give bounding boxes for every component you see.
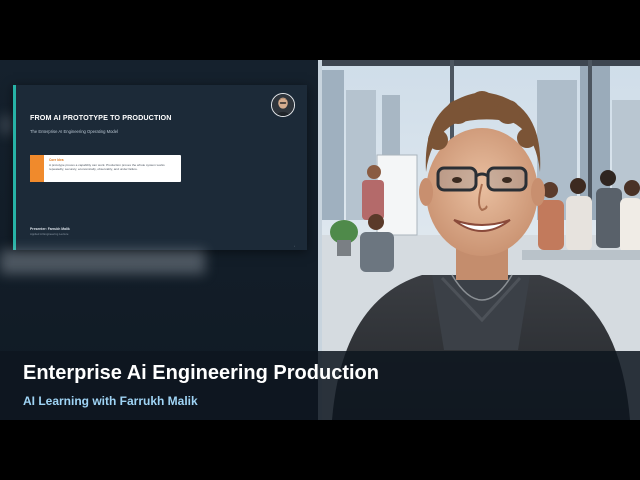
presenter-subtitle: Applied AI Engineering Lecture	[30, 232, 69, 236]
channel-name: AI Learning with Farrukh Malik	[23, 394, 198, 408]
presenter-avatar	[271, 93, 295, 117]
blurred-element	[0, 116, 14, 134]
slide-title: FROM AI PROTOTYPE TO PRODUCTION	[30, 113, 172, 122]
core-idea-callout: Core Idea A prototype proves a capabilit…	[30, 155, 181, 182]
callout-accent-bar	[30, 155, 44, 182]
blurred-caption	[0, 250, 205, 274]
callout-label: Core Idea	[49, 158, 64, 162]
video-frame: FROM AI PROTOTYPE TO PRODUCTION The Ente…	[0, 60, 640, 420]
lower-third-caption: Enterprise Ai Engineering Production AI …	[0, 351, 640, 420]
slide-subtitle: The Enterprise AI Engineering Operating …	[30, 129, 118, 134]
video-title: Enterprise Ai Engineering Production	[23, 362, 379, 384]
presentation-slide: FROM AI PROTOTYPE TO PRODUCTION The Ente…	[13, 85, 307, 250]
slide-page-marker: •	[294, 245, 295, 248]
callout-text: A prototype proves a capability can work…	[49, 163, 165, 171]
presenter-name: Presenter: Farrukh Malik	[30, 227, 70, 231]
